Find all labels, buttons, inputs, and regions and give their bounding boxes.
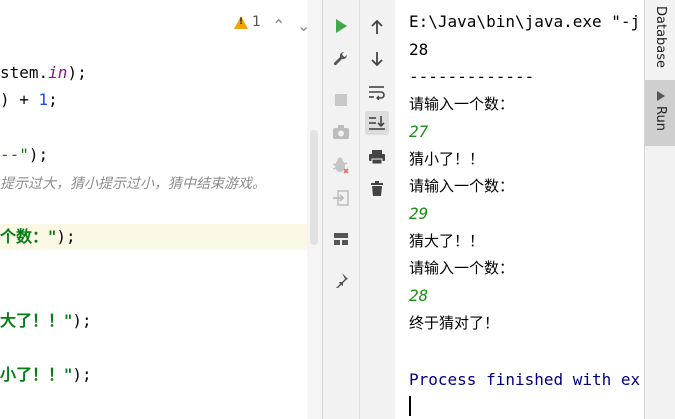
console-line: ------------- <box>409 67 535 86</box>
play-icon <box>656 91 665 101</box>
camera-icon <box>333 125 349 139</box>
restore-layout-button[interactable] <box>329 227 353 251</box>
console-input-line: 27 <box>409 122 429 141</box>
scroll-down-button[interactable] <box>365 47 389 71</box>
arrow-down-icon <box>371 52 383 67</box>
console-line: 28 <box>409 40 429 59</box>
code-comment: 提示过大，猜小提示过小，猜中结束游戏。 <box>0 176 266 192</box>
code-text: stem. <box>0 63 49 82</box>
run-toolbar-console <box>359 0 396 419</box>
code-line-current[interactable]: 个数："); <box>0 224 307 250</box>
console-input-line: 28 <box>409 286 429 305</box>
code-text: ) + <box>0 90 39 109</box>
run-tab-label: Run <box>653 106 668 131</box>
code-string: 小了！！" <box>0 365 73 384</box>
console-line: 请输入一个数： <box>409 259 515 277</box>
console-line: 请输入一个数： <box>409 95 515 113</box>
code-number: 1 <box>38 90 49 109</box>
console-output[interactable]: E:\Java\bin\java.exe "-j 28 ------------… <box>395 0 644 419</box>
stop-icon <box>335 94 347 106</box>
editor-status-bar: 1 ⌃ ⌄ <box>0 10 322 40</box>
process-finished-line: Process finished with ex <box>409 370 641 389</box>
bug-icon <box>332 157 349 174</box>
text-caret <box>409 396 411 416</box>
warning-indicator[interactable]: 1 <box>234 14 261 30</box>
console-line: 猜小了！！ <box>409 150 485 168</box>
arrow-up-icon <box>371 19 383 34</box>
code-string: 大了！！" <box>0 311 73 330</box>
right-tool-window-strip: Database Run <box>644 0 675 419</box>
dump-threads-button[interactable] <box>329 120 353 144</box>
clear-all-button[interactable] <box>365 177 389 201</box>
console-input-line: 29 <box>409 204 429 223</box>
soft-wrap-button[interactable] <box>365 80 389 104</box>
code-text: ); <box>72 311 92 330</box>
scroll-to-end-icon <box>369 116 385 130</box>
code-editor[interactable]: 1 ⌃ ⌄ stem.in); ) + 1; --"); 提示过大，猜小提示过小… <box>0 0 322 419</box>
code-line[interactable]: 小了！！"); <box>0 362 92 388</box>
warning-icon <box>234 15 248 29</box>
database-tab-label: Database <box>653 6 668 69</box>
console-line: 猜大了！！ <box>409 232 485 250</box>
soft-wrap-icon <box>369 86 385 100</box>
pin-tab-button[interactable] <box>329 268 353 292</box>
layout-icon <box>334 233 348 245</box>
print-button[interactable] <box>365 145 389 169</box>
code-line[interactable]: 大了！！"); <box>0 308 92 334</box>
code-line[interactable]: stem.in); <box>0 60 87 86</box>
code-text: ); <box>28 145 49 164</box>
code-text: ); <box>67 63 87 82</box>
debug-button[interactable] <box>329 153 353 177</box>
code-string: --" <box>0 145 29 164</box>
scroll-to-end-button[interactable] <box>365 111 389 135</box>
run-settings-button[interactable] <box>329 47 353 71</box>
run-toolbar-primary <box>322 0 360 419</box>
code-text: ; <box>48 90 58 109</box>
warning-count: 1 <box>252 14 261 30</box>
editor-scrollbar-thumb[interactable] <box>310 130 318 245</box>
code-field: in <box>48 63 68 82</box>
code-line[interactable]: --"); <box>0 142 48 168</box>
console-line: 终于猜对了！ <box>409 314 500 332</box>
pin-icon <box>336 273 348 288</box>
wrench-icon <box>333 51 348 66</box>
console-line: 请输入一个数： <box>409 177 515 195</box>
previous-highlight-icon[interactable]: ⌃ <box>272 16 285 35</box>
code-text: ); <box>56 227 76 246</box>
scroll-up-button[interactable] <box>365 15 389 39</box>
code-text: ); <box>72 365 92 384</box>
trash-icon <box>371 181 383 196</box>
print-icon <box>369 150 385 165</box>
console-line: E:\Java\bin\java.exe "-j <box>409 12 641 31</box>
rerun-button[interactable] <box>329 14 353 38</box>
code-line[interactable]: ) + 1; <box>0 87 58 113</box>
code-line[interactable]: 提示过大，猜小提示过小，猜中结束游戏。 <box>0 170 266 196</box>
exit-button[interactable] <box>329 186 353 210</box>
database-tab[interactable]: Database <box>645 0 675 74</box>
stop-button[interactable] <box>329 88 353 112</box>
code-string: 个数：" <box>0 227 57 246</box>
run-tab[interactable]: Run <box>645 80 675 146</box>
play-icon <box>336 19 347 33</box>
exit-icon <box>333 190 349 206</box>
